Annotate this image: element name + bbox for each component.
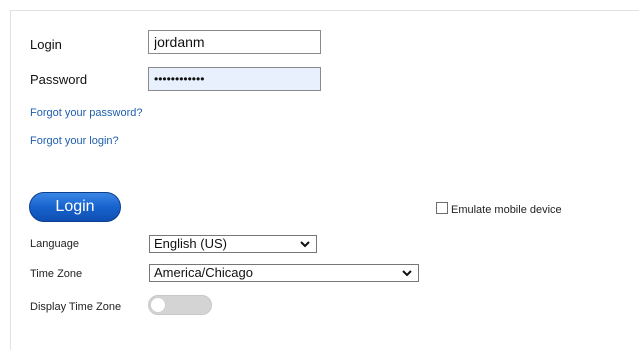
forgot-login-link[interactable]: Forgot your login?: [30, 135, 119, 147]
timezone-label: Time Zone: [30, 268, 83, 280]
password-label: Password: [30, 72, 88, 87]
login-label: Login: [30, 37, 62, 52]
display-timezone-toggle[interactable]: [148, 295, 212, 315]
language-label: Language: [30, 238, 79, 250]
chevron-down-icon: [300, 241, 310, 248]
emulate-mobile-checkbox[interactable]: [436, 202, 448, 214]
timezone-select[interactable]: America/Chicago: [149, 264, 419, 282]
language-value: English (US): [154, 236, 227, 251]
password-input[interactable]: [148, 67, 321, 91]
login-button[interactable]: Login: [29, 192, 121, 222]
display-timezone-label: Display Time Zone: [30, 301, 122, 313]
login-panel: Login Password Forgot your password? For…: [10, 10, 639, 350]
timezone-value: America/Chicago: [154, 265, 253, 280]
language-select[interactable]: English (US): [149, 235, 317, 253]
forgot-password-link[interactable]: Forgot your password?: [30, 107, 143, 119]
emulate-mobile-label: Emulate mobile device: [451, 204, 562, 216]
toggle-knob: [150, 297, 166, 313]
login-input[interactable]: [148, 30, 321, 54]
chevron-down-icon: [402, 270, 412, 277]
